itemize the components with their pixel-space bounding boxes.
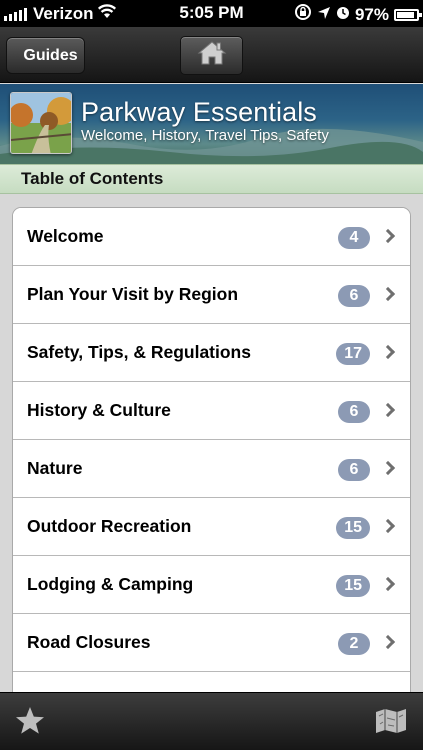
section-header: Table of Contents	[0, 164, 423, 194]
alarm-icon	[336, 5, 350, 25]
guide-thumbnail-image	[10, 92, 72, 154]
count-badge: 15	[336, 517, 370, 539]
count-badge: 6	[338, 285, 370, 307]
contents-list-area[interactable]: Welcome 4 Plan Your Visit by Region 6 Sa…	[0, 194, 423, 692]
chevron-right-icon	[380, 460, 396, 476]
star-icon[interactable]	[15, 706, 45, 740]
list-item[interactable]: Road Closures 2	[13, 614, 410, 672]
count-badge: 2	[338, 633, 370, 655]
status-bar: Verizon 5:05 PM 97%	[0, 0, 423, 27]
navigation-bar: Guides	[0, 27, 423, 83]
home-button[interactable]	[180, 36, 243, 75]
list-item-label: Plan Your Visit by Region	[27, 284, 239, 304]
chevron-right-icon	[380, 576, 396, 592]
guides-back-button[interactable]: Guides	[6, 37, 85, 74]
chevron-right-icon	[380, 518, 396, 534]
count-badge: 17	[336, 343, 370, 365]
list-item[interactable]: Plan Your Visit by Region 6	[13, 266, 410, 324]
count-badge: 6	[338, 401, 370, 423]
bottom-toolbar	[0, 692, 423, 750]
list-item[interactable]: Outdoor Recreation 15	[13, 498, 410, 556]
list-item-label: History & Culture	[27, 400, 171, 420]
back-button-label: Guides	[23, 46, 78, 64]
list-item-label: Safety, Tips, & Regulations	[27, 342, 251, 362]
map-icon[interactable]	[375, 708, 407, 739]
guide-title: Parkway Essentials	[81, 97, 317, 127]
list-item[interactable]: Safety, Tips, & Regulations 17	[13, 324, 410, 382]
list-item-label: Nature	[27, 458, 83, 478]
list-item[interactable]: Welcome 4	[13, 208, 410, 266]
location-icon	[317, 5, 331, 25]
list-item-label: Road Closures	[27, 632, 151, 652]
count-badge: 15	[336, 575, 370, 597]
count-badge: 6	[338, 459, 370, 481]
chevron-right-icon	[380, 634, 396, 650]
chevron-right-icon	[380, 344, 396, 360]
count-badge: 4	[338, 227, 370, 249]
list-item-label: Welcome	[27, 226, 104, 246]
list-item[interactable]: History & Culture 6	[13, 382, 410, 440]
guide-subtitle: Welcome, History, Travel Tips, Safety	[81, 127, 329, 144]
battery-percent: 97%	[354, 4, 389, 24]
home-icon	[197, 40, 227, 71]
list-item[interactable]: Lodging & Camping 15	[13, 556, 410, 614]
list-item-label: Lodging & Camping	[27, 574, 194, 594]
chevron-right-icon	[380, 402, 396, 418]
guide-banner: Parkway Essentials Welcome, History, Tra…	[0, 84, 423, 164]
list-item-partial[interactable]	[13, 672, 410, 692]
contents-list: Welcome 4 Plan Your Visit by Region 6 Sa…	[12, 207, 411, 692]
list-item-label: Outdoor Recreation	[27, 516, 192, 536]
battery-icon	[394, 8, 422, 21]
list-item[interactable]: Nature 6	[13, 440, 410, 498]
chevron-right-icon	[380, 228, 396, 244]
rotation-lock-icon	[294, 3, 312, 26]
chevron-right-icon	[380, 286, 396, 302]
